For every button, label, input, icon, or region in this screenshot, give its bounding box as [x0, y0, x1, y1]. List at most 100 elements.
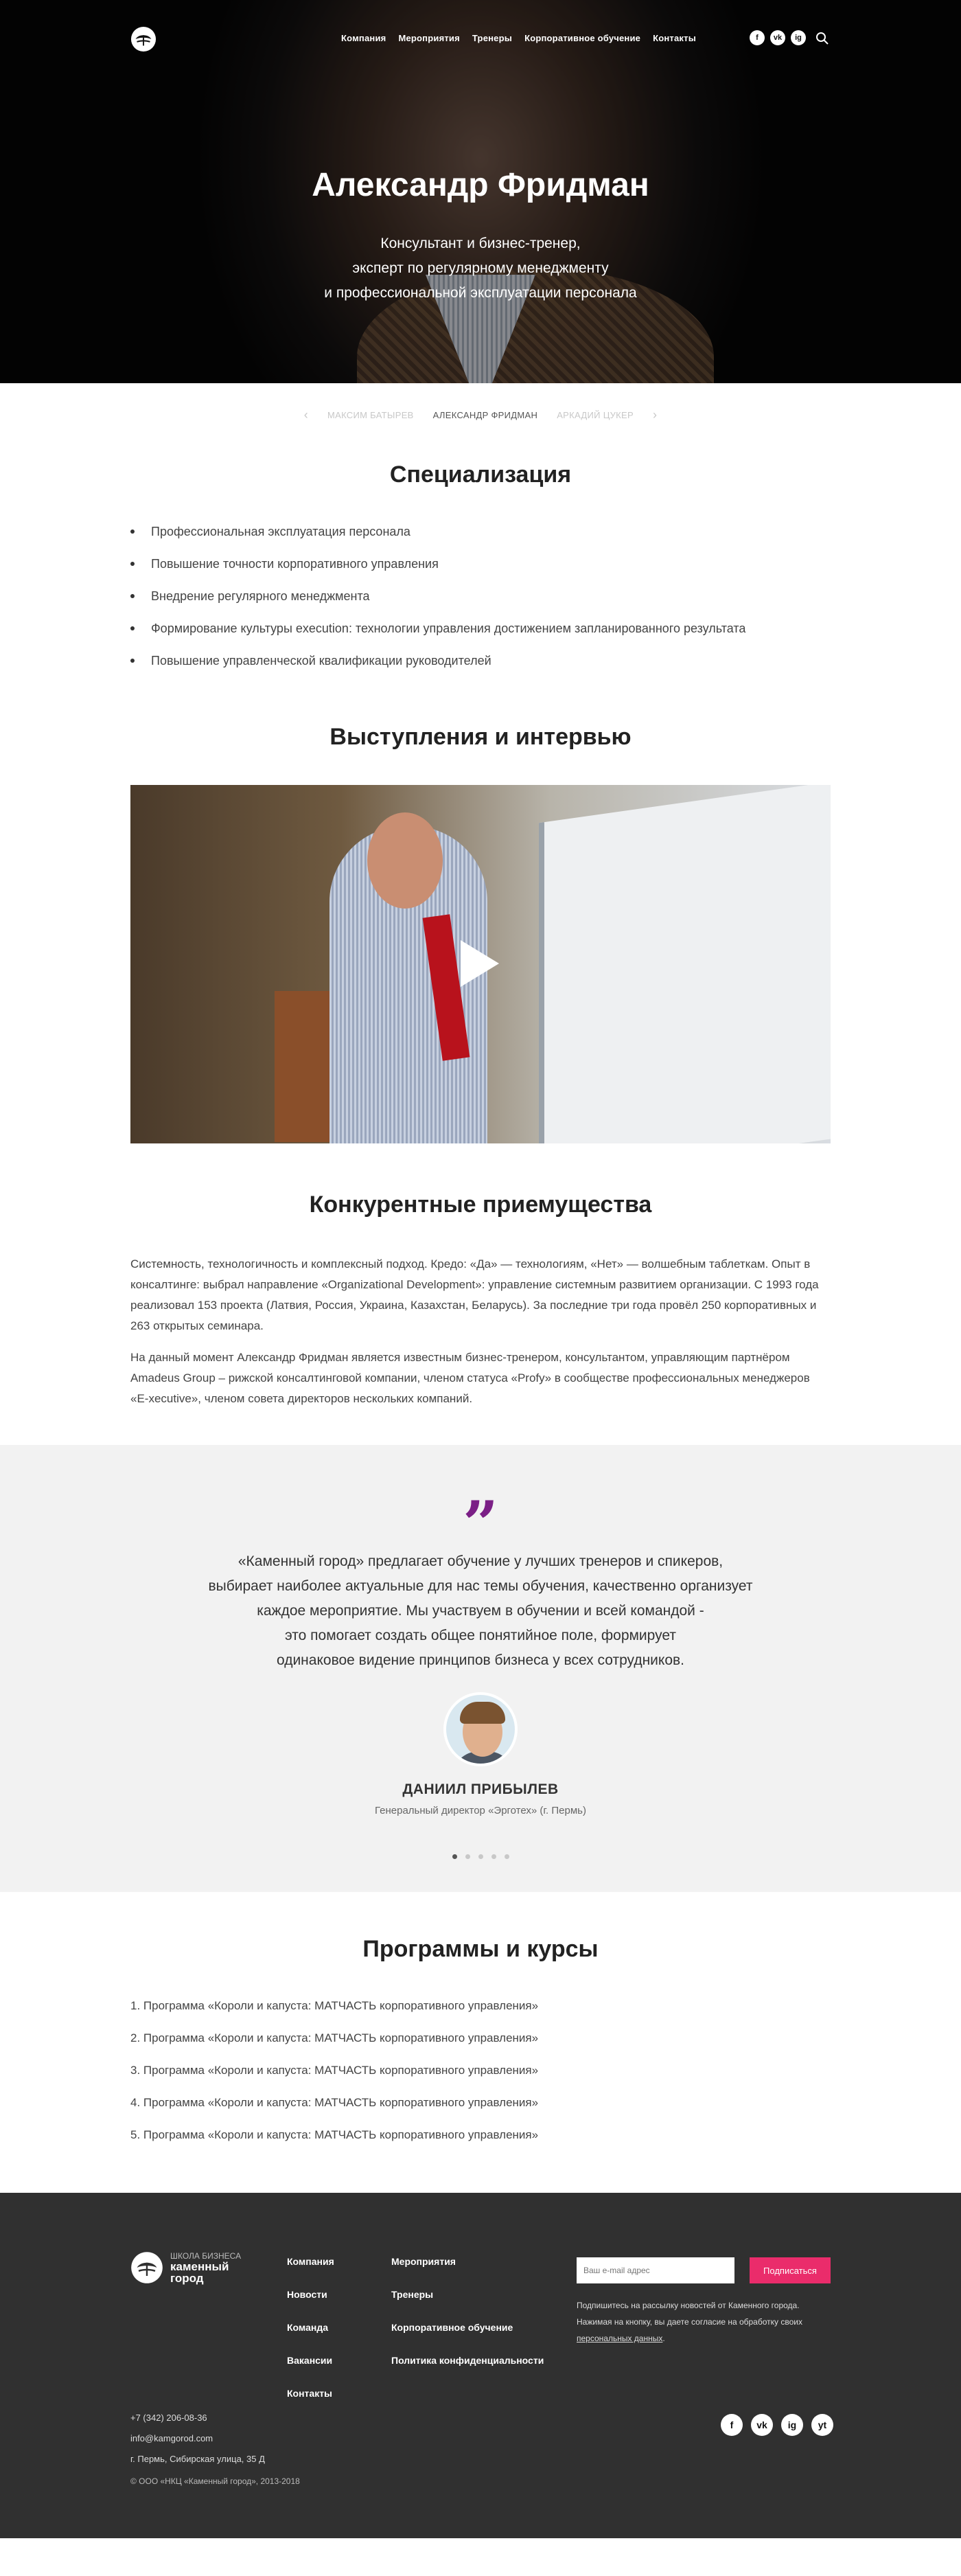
list-item: Повышение управленческой квалификации ру…: [130, 652, 831, 684]
subscribe-button[interactable]: Подписаться: [750, 2257, 831, 2283]
carousel-dot[interactable]: [452, 1854, 457, 1859]
footer-address: г. Пермь, Сибирская улица, 35 Д: [130, 2454, 265, 2464]
footer-link-trainers[interactable]: Тренеры: [391, 2289, 544, 2322]
testimonial-quote: «Каменный город» предлагает обучение у л…: [0, 1549, 961, 1673]
hero-subtitle-line: и профессиональной эксплуатации персонал…: [324, 285, 637, 301]
header-social: f vk ig: [750, 30, 806, 45]
nav-item-contacts[interactable]: Контакты: [653, 33, 696, 43]
prev-trainer-link[interactable]: Максим Батырев: [327, 410, 414, 420]
list-item: Повышение точности корпоративного управл…: [130, 555, 831, 587]
footer-link-events[interactable]: Мероприятия: [391, 2256, 544, 2289]
copyright: © ООО «НКЦ «Каменный город», 2013-2018: [130, 2476, 300, 2486]
specialization-title: Специализация: [389, 461, 572, 488]
nav-item-corporate[interactable]: Корпоративное обучение: [524, 33, 640, 43]
next-trainer-link[interactable]: Аркадий Цукер: [557, 410, 634, 420]
footer-link-company[interactable]: Компания: [287, 2256, 334, 2289]
page-title: Александр Фридман: [312, 167, 649, 203]
list-item: Внедрение регулярного менеджмента: [130, 587, 831, 619]
advantages-text: Системность, технологичность и комплексн…: [130, 1254, 831, 1409]
email-field[interactable]: [577, 2257, 734, 2283]
footer-link-corporate[interactable]: Корпоративное обучение: [391, 2322, 544, 2355]
instagram-icon[interactable]: ig: [781, 2414, 803, 2436]
play-icon[interactable]: [461, 940, 499, 987]
footer-link-team[interactable]: Команда: [287, 2322, 334, 2355]
footer-phone[interactable]: +7 (342) 206-08-36: [130, 2408, 265, 2428]
facebook-icon[interactable]: f: [721, 2414, 743, 2436]
nav-item-trainers[interactable]: Тренеры: [472, 33, 512, 43]
carousel-dot[interactable]: [478, 1854, 483, 1859]
advantages-paragraph: Системность, технологичность и комплексн…: [130, 1257, 819, 1332]
trainer-pager: ‹ Максим Батырев Александр Фридман Аркад…: [0, 383, 961, 446]
video-speaker-head: [367, 812, 443, 909]
quote-line: это помогает создать общее понятийное по…: [285, 1628, 676, 1643]
program-link[interactable]: 3. Программа «Короли и капуста: МАТЧАСТЬ…: [130, 2062, 831, 2094]
footer-menu-1: Компания Новости Команда Вакансии Контак…: [287, 2256, 334, 2421]
personal-data-link[interactable]: персональных данных: [577, 2334, 662, 2343]
footer-link-privacy[interactable]: Политика конфиденциальности: [391, 2355, 544, 2388]
carousel-dots: [0, 1854, 961, 1859]
footer-logo[interactable]: Школа бизнеса каменный город: [130, 2251, 241, 2284]
subscribe-note-text: Подпишитесь на рассылку новостей от Каме…: [577, 2301, 802, 2327]
footer-contacts: +7 (342) 206-08-36 info@kamgorod.com г. …: [130, 2408, 265, 2470]
quote-icon: ”: [463, 1488, 498, 1560]
avatar-hair: [460, 1702, 505, 1724]
vk-icon[interactable]: vk: [751, 2414, 773, 2436]
specialization-list: Профессиональная эксплуатация персонала …: [130, 523, 831, 684]
logo-icon[interactable]: [130, 26, 157, 52]
advantages-paragraph: На данный момент Александр Фридман являе…: [130, 1351, 810, 1405]
instagram-icon[interactable]: ig: [791, 30, 806, 45]
vk-icon[interactable]: vk: [770, 30, 785, 45]
avatar: [443, 1692, 518, 1766]
carousel-dot[interactable]: [465, 1854, 470, 1859]
nav-item-company[interactable]: Компания: [341, 33, 386, 43]
chevron-left-icon[interactable]: ‹: [304, 408, 308, 422]
hero-subtitle: Консультант и бизнес-тренер, эксперт по …: [0, 231, 961, 306]
list-item: Профессиональная эксплуатация персонала: [130, 523, 831, 555]
footer-link-contacts[interactable]: Контакты: [287, 2388, 334, 2421]
top-bar: Компания Мероприятия Тренеры Корпоративн…: [0, 0, 961, 76]
subscribe-note: Подпишитесь на рассылку новостей от Каме…: [577, 2301, 802, 2343]
chevron-right-icon[interactable]: ›: [653, 408, 657, 422]
search-icon[interactable]: [815, 32, 829, 45]
testimonial-role: Генеральный директор «Эрготех» (г. Пермь…: [375, 1805, 586, 1816]
footer-logo-text: Школа бизнеса каменный город: [170, 2251, 241, 2284]
programs-section: Программы и курсы 1. Программа «Короли и…: [130, 1936, 831, 2158]
programs-list: 1. Программа «Короли и капуста: МАТЧАСТЬ…: [130, 1997, 831, 2158]
testimonial-author: ДАНИИЛ ПРИБЫЛЕВ: [402, 1781, 559, 1797]
hero-subtitle-line: эксперт по регулярному менеджменту: [352, 260, 609, 276]
program-link[interactable]: 4. Программа «Короли и капуста: МАТЧАСТЬ…: [130, 2094, 831, 2126]
footer-email[interactable]: info@kamgorod.com: [130, 2428, 265, 2449]
nav-item-events[interactable]: Мероприятия: [398, 33, 459, 43]
current-trainer: Александр Фридман: [432, 409, 538, 420]
carousel-dot[interactable]: [504, 1854, 509, 1859]
footer-social: f vk ig yt: [721, 2414, 833, 2436]
testimonial-section: ” «Каменный город» предлагает обучение у…: [0, 1445, 961, 1892]
video-cabinet: [275, 991, 336, 1142]
footer: Школа бизнеса каменный город Компания Но…: [0, 2193, 961, 2538]
logo-icon: [131, 2252, 163, 2283]
quote-line: одинаковое видение принципов бизнеса у в…: [276, 1652, 684, 1668]
programs-title: Программы и курсы: [362, 1936, 599, 1962]
youtube-icon[interactable]: yt: [811, 2414, 833, 2436]
footer-link-news[interactable]: Новости: [287, 2289, 334, 2322]
footer-link-jobs[interactable]: Вакансии: [287, 2355, 334, 2388]
quote-line: каждое мероприятие. Мы участвуем в обуче…: [257, 1603, 704, 1619]
carousel-dot[interactable]: [491, 1854, 496, 1859]
video-player[interactable]: [130, 785, 831, 1143]
hero-section: Компания Мероприятия Тренеры Корпоративн…: [0, 0, 961, 383]
speeches-title: Выступления и интервью: [329, 724, 632, 750]
logo-name: каменный: [170, 2260, 229, 2273]
program-link[interactable]: 5. Программа «Короли и капуста: МАТЧАСТЬ…: [130, 2126, 831, 2158]
list-item: Формирование культуры execution: техноло…: [130, 619, 831, 652]
logo-name: город: [170, 2272, 204, 2285]
program-link[interactable]: 1. Программа «Короли и капуста: МАТЧАСТЬ…: [130, 1997, 831, 2029]
program-link[interactable]: 2. Программа «Короли и капуста: МАТЧАСТЬ…: [130, 2029, 831, 2062]
hero-subtitle-line: Консультант и бизнес-тренер,: [380, 236, 581, 251]
quote-line: выбирает наиболее актуальные для нас тем…: [208, 1578, 753, 1594]
advantages-title: Конкурентные приемущества: [309, 1192, 652, 1218]
footer-menu-2: Мероприятия Тренеры Корпоративное обучен…: [391, 2256, 544, 2388]
main-content: Специализация Профессиональная эксплуата…: [130, 461, 831, 1409]
video-whiteboard: [539, 785, 831, 1143]
facebook-icon[interactable]: f: [750, 30, 765, 45]
main-nav: Компания Мероприятия Тренеры Корпоративн…: [341, 33, 696, 43]
